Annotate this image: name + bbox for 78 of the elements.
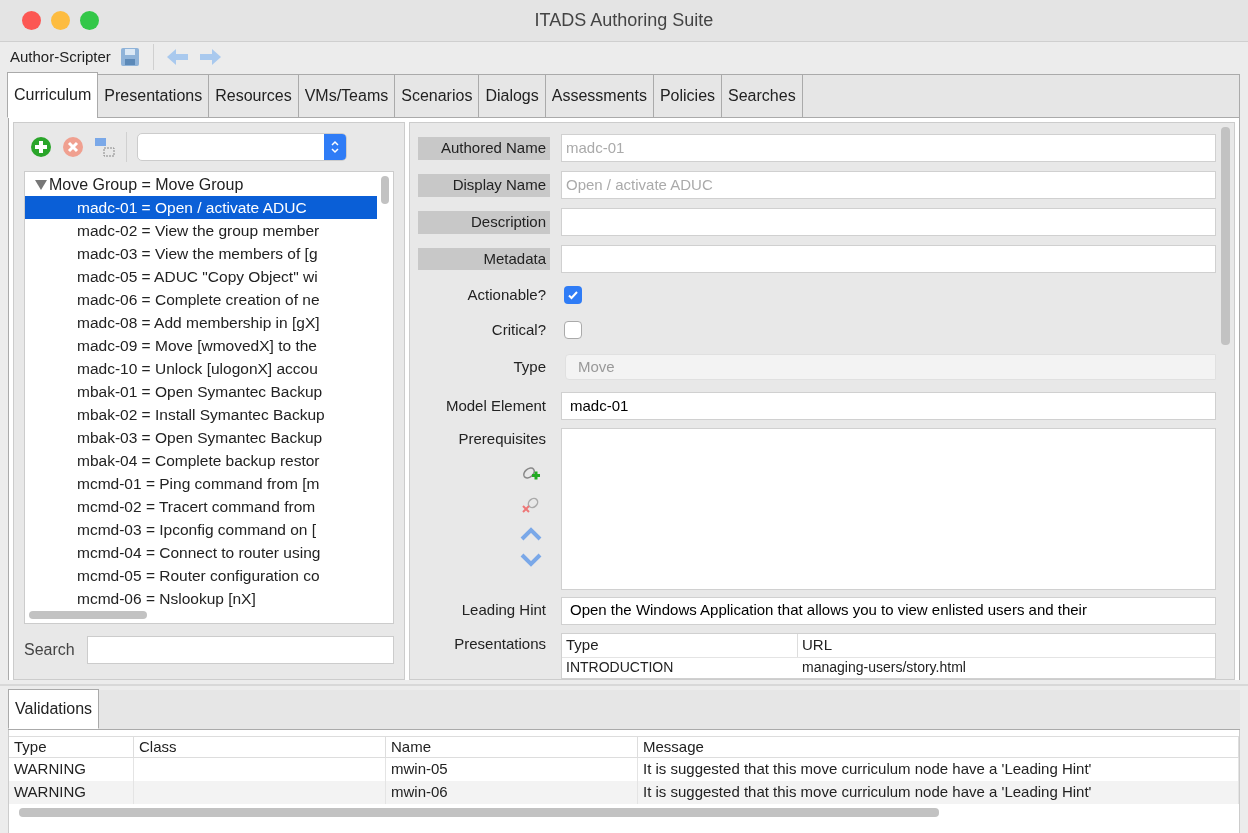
tree-node[interactable]: Move Group = Move Group <box>25 173 377 196</box>
search-label: Search <box>24 640 75 660</box>
tree-item[interactable]: mcmd-06 = Nslookup [nX] <box>25 587 377 607</box>
zoom-button[interactable] <box>80 11 99 30</box>
table-cell: mwin-06 <box>386 781 638 804</box>
tree-item[interactable]: mcmd-02 = Tracert command from <box>25 495 377 518</box>
checkbox[interactable] <box>564 286 582 305</box>
scrollbar-thumb[interactable] <box>19 807 939 817</box>
checkmark-icon <box>567 289 579 302</box>
column-header: URL <box>801 635 833 656</box>
table-cell: WARNING <box>9 781 134 804</box>
filter-dropdown[interactable] <box>137 133 347 161</box>
field-label: Prerequisites <box>458 429 547 450</box>
text-field[interactable]: Open the Windows Application that allows you to view enlisted users and their <box>561 596 1216 625</box>
save-icon[interactable] <box>118 46 141 68</box>
field-label: Description <box>418 211 550 234</box>
tab[interactable]: VMs/Teams <box>297 74 396 118</box>
delete-icon[interactable] <box>62 136 84 158</box>
tree-item[interactable]: mcmd-05 = Router configuration co <box>25 564 377 587</box>
tree-item[interactable]: madc-10 = Unlock [ulogonX] accou <box>25 357 377 380</box>
tab[interactable]: Validations <box>8 689 100 729</box>
scrollbar-thumb[interactable] <box>29 611 147 619</box>
field-label: Critical? <box>490 319 547 340</box>
tree-item[interactable]: madc-03 = View the members of [g <box>25 242 377 265</box>
table-cell-text: INTRODUCTION <box>565 658 675 678</box>
tree-item[interactable]: mbak-02 = Install Symantec Backup <box>25 403 377 426</box>
tree-item[interactable]: madc-08 = Add membership in [gX] <box>25 311 377 334</box>
field-label: Model Element <box>444 395 547 416</box>
tree-item[interactable]: mbak-01 = Open Symantec Backup <box>25 380 377 403</box>
field-label: Type <box>512 357 547 378</box>
hierarchy-icon[interactable] <box>94 136 116 158</box>
add-icon[interactable] <box>30 136 52 158</box>
scrollbar-thumb[interactable] <box>1220 127 1230 345</box>
tree-label: Move Group = Move Group <box>49 174 244 195</box>
field-label: Actionable? <box>466 284 547 305</box>
checkbox[interactable] <box>564 321 582 340</box>
tree-item[interactable]: madc-06 = Complete creation of ne <box>25 288 377 311</box>
tree-item[interactable]: madc-09 = Move [wmovedX] to the <box>25 334 377 357</box>
text-field[interactable] <box>561 208 1216 237</box>
tab[interactable]: Assessments <box>544 74 654 118</box>
field-label: Leading Hint <box>460 600 547 621</box>
tab[interactable]: Resources <box>208 74 299 118</box>
tab[interactable]: Searches <box>721 74 803 118</box>
tree-item[interactable]: madc-02 = View the group member <box>25 219 377 242</box>
move-down-icon[interactable] <box>520 552 542 567</box>
table-cell: It is suggested that this move curriculum node have a 'Leading Hint' <box>638 781 1239 804</box>
window-title: ITADS Authoring Suite <box>534 9 714 32</box>
back-arrow-icon[interactable] <box>165 48 190 66</box>
field-label: Display Name <box>418 174 550 197</box>
tab[interactable]: Scenarios <box>394 74 480 118</box>
tree-item[interactable]: mcmd-04 = Connect to router using <box>25 541 377 564</box>
tab[interactable]: Curriculum <box>7 72 99 118</box>
chevron-icon <box>330 140 340 154</box>
move-up-icon[interactable] <box>520 526 542 541</box>
field-label: Authored Name <box>418 137 550 160</box>
tree-item[interactable]: mbak-03 = Open Symantec Backup <box>25 426 377 449</box>
tab[interactable]: Policies <box>652 74 723 118</box>
scrollbar-thumb[interactable] <box>381 176 389 204</box>
tab[interactable]: Presentations <box>97 74 210 118</box>
tab[interactable]: Dialogs <box>478 74 546 118</box>
tree-item[interactable]: madc-01 = Open / activate ADUC <box>25 196 377 219</box>
text-field[interactable] <box>561 245 1216 274</box>
tree-item[interactable]: mcmd-03 = Ipconfig command on [ <box>25 518 377 541</box>
tree-item[interactable]: mbak-04 = Complete backup restor <box>25 449 377 472</box>
toolbar-label: Author-Scripter <box>10 46 111 67</box>
prerequisites-list[interactable] <box>561 428 1216 591</box>
field-label: Presentations <box>453 633 547 654</box>
expand-triangle-icon[interactable] <box>35 179 47 190</box>
close-button[interactable] <box>22 11 41 30</box>
table-cell-text: managing-users/story.html <box>801 658 967 678</box>
text-field[interactable]: madc-01 <box>561 391 1216 420</box>
tree-item[interactable]: mcmd-01 = Ping command from [m <box>25 472 377 495</box>
tree-item[interactable]: madc-05 = ADUC "Copy Object" wi <box>25 265 377 288</box>
minimize-button[interactable] <box>51 11 70 30</box>
search-field[interactable] <box>86 636 394 664</box>
forward-arrow-icon[interactable] <box>197 48 222 66</box>
field-label: Metadata <box>418 247 550 271</box>
column-header: Type <box>562 634 798 657</box>
